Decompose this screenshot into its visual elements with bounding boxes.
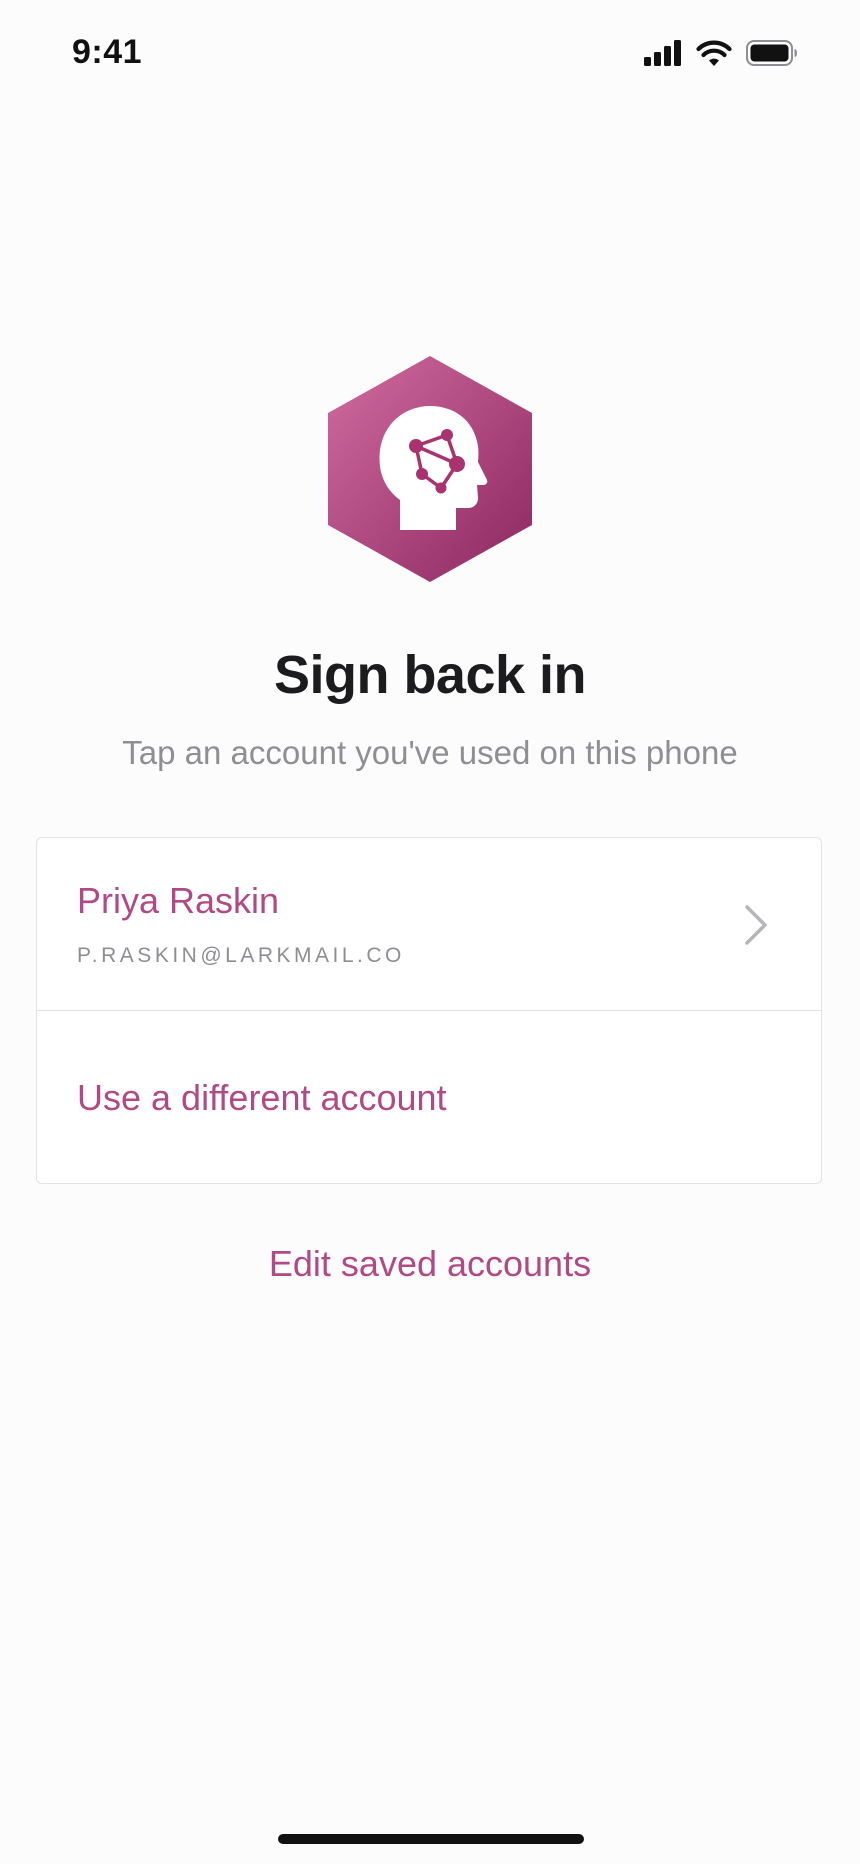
status-time: 9:41 [72, 33, 143, 71]
battery-icon [746, 40, 798, 66]
status-bar: 9:41 [0, 0, 860, 110]
use-different-account-label: Use a different account [77, 1077, 447, 1118]
home-indicator [278, 1834, 584, 1844]
app-logo [326, 354, 534, 584]
saved-account-row[interactable]: Priya Raskin P.RASKIN@LARKMAIL.CO [37, 838, 821, 1011]
edit-saved-accounts-link[interactable]: Edit saved accounts [0, 1243, 860, 1285]
account-name: Priya Raskin [77, 880, 280, 921]
use-different-account-button[interactable]: Use a different account [37, 1011, 821, 1183]
page-title: Sign back in [273, 645, 587, 705]
cellular-signal-icon [644, 40, 682, 66]
account-email: P.RASKIN@LARKMAIL.CO [77, 944, 405, 967]
accounts-card: Priya Raskin P.RASKIN@LARKMAIL.CO Use a … [36, 837, 822, 1184]
page-subtitle: Tap an account you've used on this phone [122, 734, 738, 771]
status-icons [644, 38, 798, 68]
brain-network-head-icon [328, 356, 532, 582]
chevron-right-icon [743, 903, 769, 947]
wifi-icon [696, 40, 732, 67]
